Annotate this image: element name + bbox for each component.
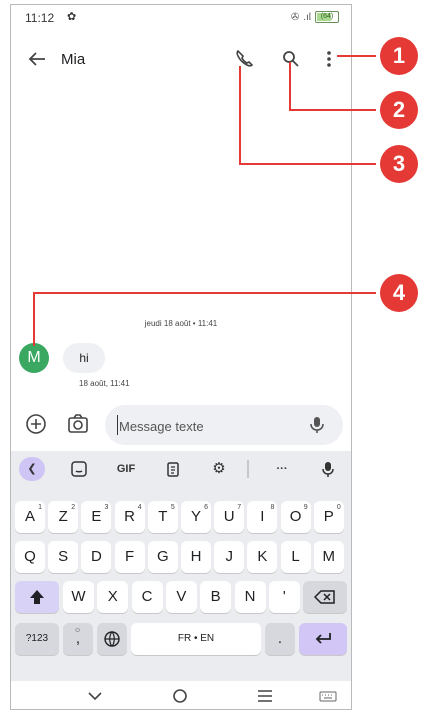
callout-badge-3: 3 [380,145,418,183]
callout-lines [33,55,376,346]
callout-badge-2: 2 [380,91,418,129]
callout-badge-1: 1 [380,37,418,75]
callout-badge-4: 4 [380,274,418,312]
